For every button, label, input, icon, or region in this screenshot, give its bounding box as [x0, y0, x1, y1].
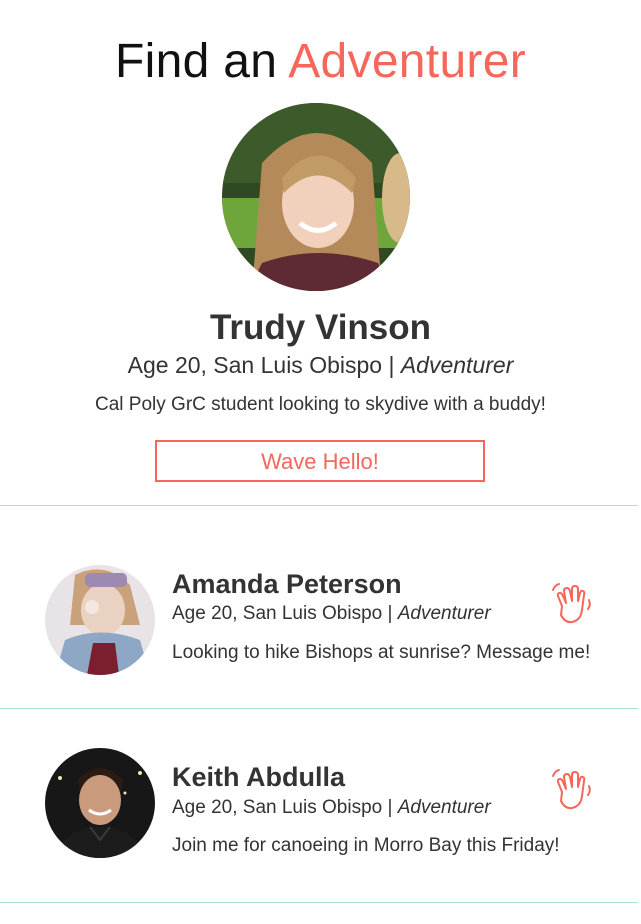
page-title-prefix: Find an: [115, 35, 278, 88]
list-item-bio: Join me for canoeing in Morro Bay this F…: [172, 835, 560, 856]
list-item-name: Keith Abdulla: [172, 762, 345, 792]
avatar: [45, 748, 155, 858]
list-item-name: Amanda Peterson: [172, 569, 402, 599]
featured-meta: Age 20, San Luis Obispo | Adventurer: [0, 352, 641, 379]
featured-avatar-photo: [222, 103, 410, 291]
wave-hello-button[interactable]: Wave Hello!: [155, 440, 485, 482]
list-item-meta-text: Age 20, San Luis Obispo |: [172, 603, 398, 624]
list-item-role: Adventurer: [397, 603, 491, 624]
page-title-accent: Adventurer: [288, 35, 526, 88]
page-title: Find an Adventurer: [0, 34, 641, 89]
list-item-meta-text: Age 20, San Luis Obispo |: [172, 797, 398, 818]
divider: [0, 902, 638, 903]
wave-hand-icon[interactable]: [548, 768, 594, 814]
avatar-photo: [45, 748, 155, 858]
featured-avatar: [222, 103, 410, 291]
list-item-meta: Age 20, San Luis Obispo | Adventurer: [172, 797, 491, 819]
divider: [0, 505, 638, 506]
featured-role: Adventurer: [400, 352, 514, 378]
list-item-bio: Looking to hike Bishops at sunrise? Mess…: [172, 642, 591, 663]
wave-hand-icon[interactable]: [548, 582, 594, 628]
avatar: [45, 565, 155, 675]
divider: [0, 708, 638, 709]
avatar-photo: [45, 565, 155, 675]
featured-meta-text: Age 20, San Luis Obispo |: [127, 352, 401, 378]
featured-name: Trudy Vinson: [209, 308, 432, 347]
list-item-meta: Age 20, San Luis Obispo | Adventurer: [172, 603, 491, 625]
list-item-role: Adventurer: [397, 797, 491, 818]
featured-bio: Cal Poly GrC student looking to skydive …: [95, 394, 546, 415]
